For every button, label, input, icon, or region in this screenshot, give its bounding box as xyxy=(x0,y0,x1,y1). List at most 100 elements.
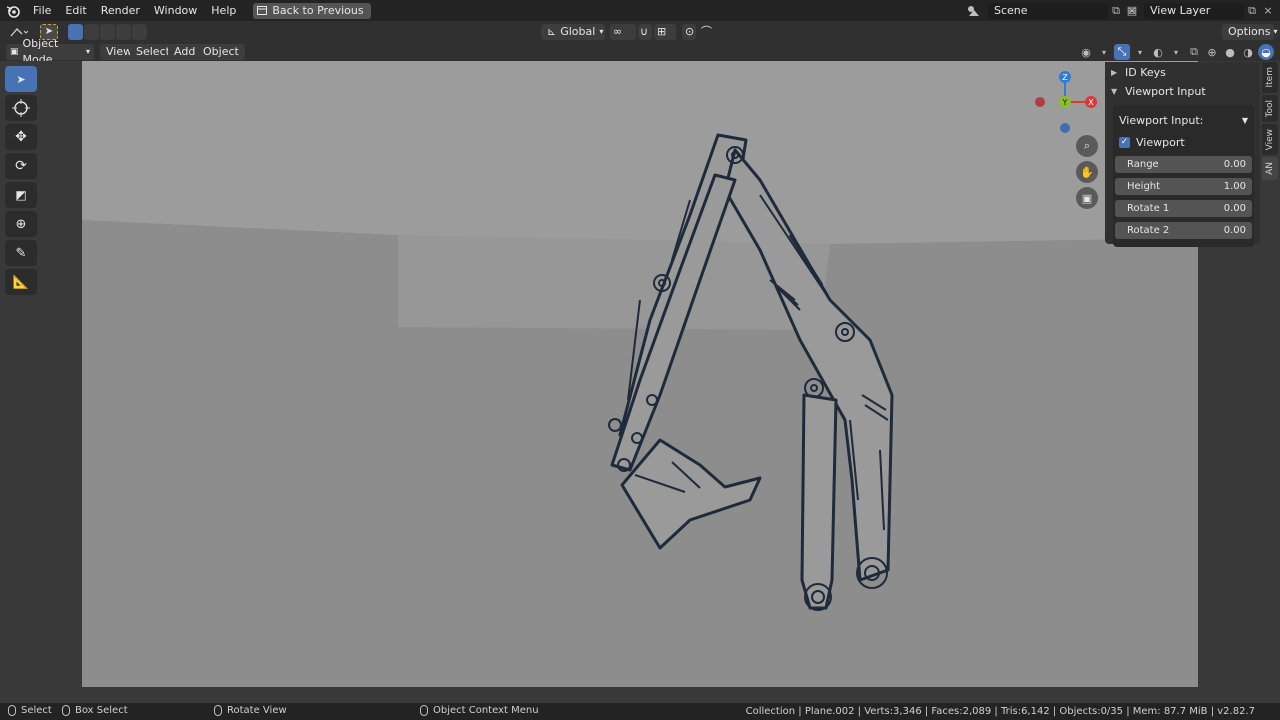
range-label: Range xyxy=(1127,158,1159,170)
back-to-previous-label: Back to Previous xyxy=(272,4,364,17)
menu-window[interactable]: Window xyxy=(147,0,204,21)
hydraulic-cylinder xyxy=(800,393,838,610)
xray-icon[interactable]: ⧉ xyxy=(1186,44,1202,60)
blender-logo-icon[interactable] xyxy=(0,0,26,21)
scene-render xyxy=(82,61,1198,687)
sidebar-panel: ▶ ID Keys ▼ Viewport Input Viewport Inpu… xyxy=(1105,62,1260,247)
copy-view-layer-icon[interactable]: ⧉ xyxy=(1244,3,1260,19)
falloff-icon: ⌒ xyxy=(701,25,712,38)
rotate-tool[interactable]: ⟳ xyxy=(5,153,37,179)
close-view-layer-icon[interactable]: × xyxy=(1260,3,1276,19)
scene-icon xyxy=(966,3,982,19)
select-invert-icon[interactable] xyxy=(116,24,131,40)
viewport-checkbox-row[interactable]: ✓ Viewport xyxy=(1113,131,1254,153)
gizmo-z-label: Z xyxy=(1062,73,1068,82)
copy-scene-icon[interactable]: ⧉ xyxy=(1108,3,1124,19)
tab-item[interactable]: Item xyxy=(1262,62,1278,93)
gizmo-neg-x-axis[interactable] xyxy=(1035,97,1045,107)
menu-file[interactable]: File xyxy=(26,0,58,21)
scene-selector[interactable]: Scene ⧉ × xyxy=(966,2,1140,19)
rotate-1-label: Rotate 1 xyxy=(1127,202,1170,214)
range-field[interactable]: Range 0.00 xyxy=(1115,155,1252,173)
visibility-eye-icon[interactable]: ◉ xyxy=(1078,44,1094,60)
status-rotate-view: Rotate View xyxy=(214,705,287,716)
viewport-checkbox[interactable]: ✓ xyxy=(1119,136,1130,148)
height-field[interactable]: Height 1.00 xyxy=(1115,177,1252,195)
tab-view[interactable]: View xyxy=(1262,123,1278,156)
view-layer-selector[interactable]: ▤ View Layer ⧉ × xyxy=(1124,2,1276,19)
chevron-down-icon[interactable]: ▾ xyxy=(1132,44,1148,60)
rendered-shading-icon[interactable]: ◒ xyxy=(1258,44,1274,60)
link-icon: ∞ xyxy=(613,25,623,38)
annotate-tool[interactable]: ✎ xyxy=(5,240,37,266)
status-context-menu-label: Object Context Menu xyxy=(433,705,539,716)
scene-statistics: Collection | Plane.002 | Verts:3,346 | F… xyxy=(745,706,1255,717)
tab-item-label: Item xyxy=(1265,67,1275,88)
proportional-icon: ⊙ xyxy=(685,25,695,38)
wireframe-shading-icon[interactable]: ⊕ xyxy=(1204,44,1220,60)
tab-an[interactable]: AN xyxy=(1262,157,1278,181)
id-keys-panel-header[interactable]: ▶ ID Keys xyxy=(1105,63,1260,82)
options-dropdown[interactable]: Options ▾ xyxy=(1222,24,1277,40)
status-rotate-view-label: Rotate View xyxy=(227,705,287,716)
tab-tool[interactable]: Tool xyxy=(1262,94,1278,122)
screen-icon xyxy=(257,6,268,15)
interaction-mode-dropdown[interactable]: ▣ Object Mode ▾ xyxy=(6,37,94,66)
navigation-gizmo[interactable]: Z X Y xyxy=(1032,69,1102,139)
mouse-middle-icon xyxy=(214,705,222,716)
rotate-1-field[interactable]: Rotate 1 0.00 xyxy=(1115,199,1252,217)
select-extend-icon[interactable] xyxy=(84,24,99,40)
menu-render[interactable]: Render xyxy=(94,0,147,21)
select-subtract-icon[interactable] xyxy=(100,24,115,40)
select-box-tool[interactable]: ➤ xyxy=(5,66,37,92)
object-mode-icon: ▣ xyxy=(10,47,19,57)
view-layer-icon: ▤ xyxy=(1126,4,1138,17)
scene-name-field[interactable]: Scene xyxy=(988,2,1108,19)
viewport-input-panel-header[interactable]: ▼ Viewport Input xyxy=(1105,82,1260,101)
expanded-triangle-icon: ▼ xyxy=(1111,87,1118,96)
material-shading-icon[interactable]: ◑ xyxy=(1240,44,1256,60)
scale-tool[interactable]: ◩ xyxy=(5,182,37,208)
gizmo-neg-z-axis[interactable] xyxy=(1060,123,1070,133)
status-bar: Select Box Select Rotate View Object Con… xyxy=(0,703,1280,720)
3d-viewport[interactable]: Z X Y ⌕ ✋ ▣ xyxy=(0,61,1280,703)
transform-tool[interactable]: ⊕ xyxy=(5,211,37,237)
options-label: Options xyxy=(1228,25,1271,38)
move-arrows-icon: ✥ xyxy=(15,129,27,145)
zoom-icon[interactable]: ⌕ xyxy=(1076,135,1098,157)
rotate-2-field[interactable]: Rotate 2 0.00 xyxy=(1115,221,1252,239)
menu-object[interactable]: Object xyxy=(197,44,245,60)
cursor-tool[interactable] xyxy=(5,95,37,121)
toolbar: ➤ ✥ ⟳ ◩ ⊕ ✎ 📐 xyxy=(5,66,39,298)
transform-orientation-dropdown[interactable]: ⊾ Global ▾ xyxy=(541,24,605,40)
chevron-down-icon: ▾ xyxy=(85,47,90,56)
menu-help[interactable]: Help xyxy=(204,0,243,21)
chevron-down-icon[interactable]: ▾ xyxy=(1096,44,1112,60)
rotate-1-row: Rotate 1 0.00 xyxy=(1113,197,1254,219)
orientation-icon: ⊾ xyxy=(547,25,557,38)
chevron-down-icon: ▾ xyxy=(599,27,604,36)
overlays-icon[interactable]: ◐ xyxy=(1150,44,1166,60)
measure-tool[interactable]: 📐 xyxy=(5,269,37,295)
camera-icon[interactable]: ▣ xyxy=(1076,187,1098,209)
select-intersect-icon[interactable] xyxy=(132,24,147,40)
pivot-point-dropdown[interactable]: ∞ xyxy=(610,24,636,40)
gizmo-toggle-icon[interactable]: ⤡ xyxy=(1114,44,1130,60)
solid-shading-icon[interactable]: ● xyxy=(1222,44,1238,60)
status-select-label: Select xyxy=(21,705,52,716)
chevron-down-icon[interactable]: ▾ xyxy=(1276,44,1280,60)
proportional-edit-toggle[interactable]: ⊙ xyxy=(682,24,696,40)
snap-target-dropdown[interactable]: ⊞ xyxy=(654,24,676,40)
chevron-down-icon[interactable]: ▾ xyxy=(1168,44,1184,60)
camera-view-area[interactable] xyxy=(82,61,1198,687)
tab-an-label: AN xyxy=(1265,162,1275,176)
pencil-icon: ✎ xyxy=(15,245,27,261)
view-layer-field[interactable]: View Layer xyxy=(1144,2,1244,19)
falloff-dropdown[interactable]: ⌒ xyxy=(698,24,722,40)
viewport-input-subheader[interactable]: Viewport Input: ▼ xyxy=(1113,109,1254,131)
hand-pan-icon[interactable]: ✋ xyxy=(1076,161,1098,183)
back-to-previous-button[interactable]: Back to Previous xyxy=(253,2,371,19)
move-tool[interactable]: ✥ xyxy=(5,124,37,150)
menu-edit[interactable]: Edit xyxy=(58,0,93,21)
snap-toggle[interactable]: ∪ xyxy=(638,24,652,40)
